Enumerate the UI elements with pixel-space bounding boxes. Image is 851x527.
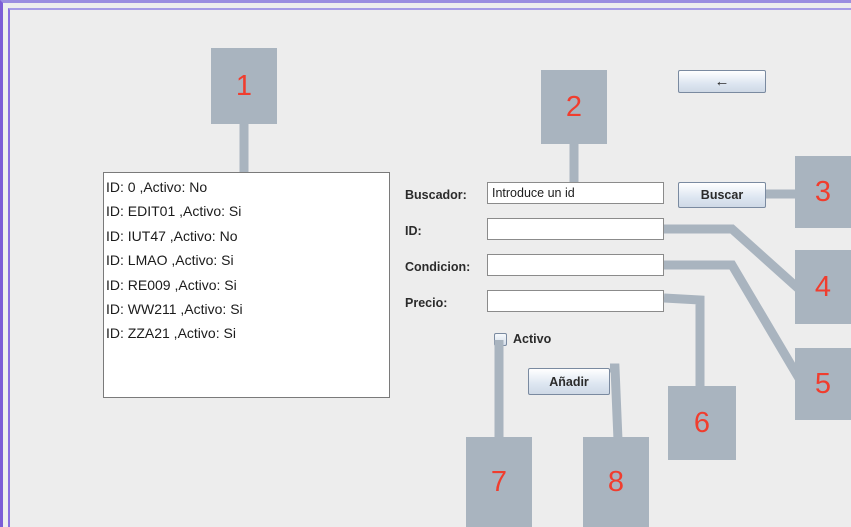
annotation-marker-4: 4 <box>795 250 851 324</box>
annotation-marker-8: 8 <box>583 437 649 527</box>
annotation-marker-3: 3 <box>795 156 851 228</box>
annotation-marker-1: 1 <box>211 48 277 124</box>
annotation-marker-6: 6 <box>668 386 736 460</box>
annotation-marker-7: 7 <box>466 437 532 527</box>
annotation-marker-5: 5 <box>795 348 851 420</box>
annotation-marker-2: 2 <box>541 70 607 144</box>
